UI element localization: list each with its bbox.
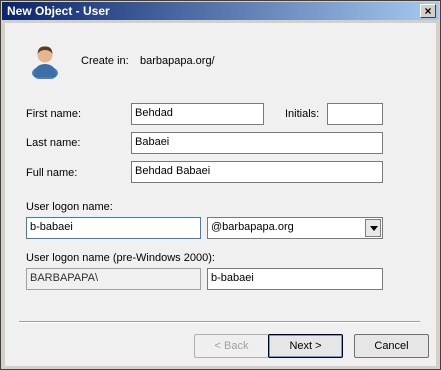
full-name-label: Full name: (26, 167, 78, 179)
new-object-user-dialog: New Object - User × Create in: barbapapa… (0, 0, 441, 370)
logon-name-field[interactable]: b-babaei (26, 217, 201, 239)
initials-field[interactable] (327, 103, 383, 125)
last-name-field[interactable]: Babaei (131, 132, 383, 154)
pre2000-label: User logon name (pre-Windows 2000): (26, 252, 215, 264)
last-name-label: Last name: (26, 137, 81, 149)
logon-name-label: User logon name: (26, 201, 113, 213)
user-icon (32, 46, 58, 79)
cancel-button[interactable]: Cancel (354, 334, 429, 358)
window-title: New Object - User (7, 4, 110, 18)
title-bar: New Object - User × (2, 2, 439, 20)
full-name-field[interactable]: Behdad Babaei (131, 161, 383, 183)
separator (19, 321, 420, 323)
back-button[interactable]: < Back (194, 334, 269, 358)
first-name-label: First name: (26, 108, 82, 120)
create-in-label: Create in: (81, 55, 129, 67)
pre2000-domain-field: BARBAPAPA\ (26, 268, 201, 290)
close-button[interactable]: × (420, 4, 436, 18)
next-button[interactable]: Next > (268, 334, 343, 358)
upn-suffix-value: @barbapapa.org (211, 221, 294, 233)
dialog-body: Create in: barbapapa.org/ First name: Be… (5, 23, 436, 366)
create-in-value: barbapapa.org/ (140, 55, 215, 67)
upn-suffix-dropdown[interactable]: @barbapapa.org (207, 217, 383, 239)
pre2000-logon-field[interactable]: b-babaei (207, 268, 383, 290)
first-name-field[interactable]: Behdad (131, 103, 264, 125)
initials-label: Initials: (285, 108, 320, 120)
chevron-down-icon[interactable] (365, 219, 381, 237)
